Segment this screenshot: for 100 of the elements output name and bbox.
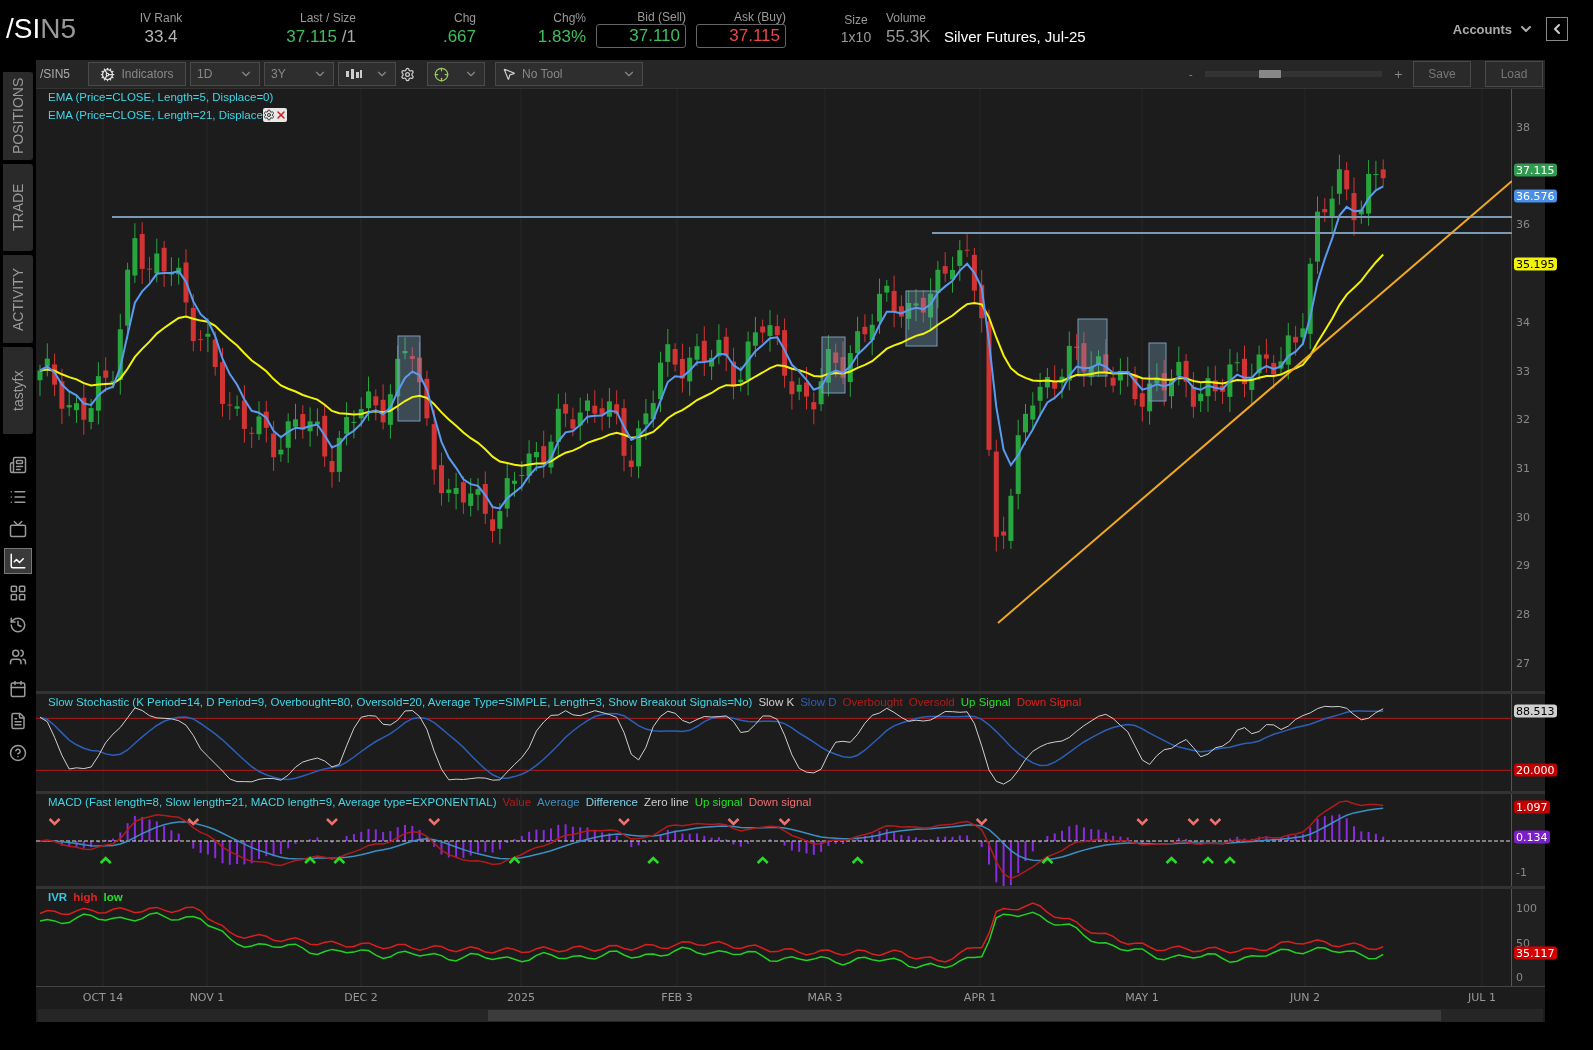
up-signal-icon <box>1041 856 1054 864</box>
axis-tick: 100 <box>1516 901 1537 915</box>
quote-label: IV Rank <box>139 11 183 25</box>
close-icon[interactable] <box>274 109 287 121</box>
legend-item: Slow D <box>800 696 837 708</box>
down-signal-icon <box>1209 818 1222 826</box>
axis-tick: 29 <box>1516 558 1530 572</box>
down-signal-icon <box>778 818 791 826</box>
date-label: NOV 1 <box>189 991 225 1004</box>
date-label: MAR 3 <box>807 991 843 1004</box>
tool-dropdown[interactable]: No Tool <box>495 62 643 86</box>
chart-symbol: /SIN5 <box>40 67 71 81</box>
quote-label: Ask (Buy) <box>734 10 786 24</box>
contract-description: Silver Futures, Jul-25 <box>944 27 1086 45</box>
quote-price-field: 37.110 <box>596 24 686 48</box>
axis-tick: 33 <box>1516 364 1530 377</box>
pattern-highlight <box>1077 318 1108 377</box>
study-controls[interactable] <box>262 108 287 122</box>
up-signal-icon <box>756 856 769 864</box>
side-tab[interactable]: POSITIONS <box>3 72 33 160</box>
candlestick-icon <box>345 67 363 81</box>
up-signal-icon <box>851 856 864 864</box>
pattern-highlight <box>821 336 846 394</box>
date-label: DEC 2 <box>344 991 378 1004</box>
side-tab[interactable]: tastyfx <box>3 347 33 434</box>
legend-item: Down Signal <box>1016 696 1082 708</box>
value-tag: 0.134 <box>1514 830 1550 844</box>
quote-value: 1x10 <box>840 29 872 45</box>
up-signal-icon <box>304 856 316 864</box>
quote-label: Size <box>844 13 868 27</box>
aggregation-dropdown[interactable]: 1D <box>190 62 260 86</box>
legend-item: Average <box>537 796 580 808</box>
date-label: JUL 1 <box>1468 991 1496 1004</box>
legend-item: Overbought <box>842 696 903 708</box>
load-button[interactable]: Load <box>1485 61 1543 87</box>
legend-item: Down signal <box>748 796 812 808</box>
axis-tick: 28 <box>1516 607 1530 621</box>
side-tab[interactable]: ACTIVITY <box>3 255 33 343</box>
axis-tick: 32 <box>1516 412 1530 426</box>
pattern-highlight <box>1148 342 1167 402</box>
side-tab[interactable]: TRADE <box>3 164 33 251</box>
chart-icon[interactable] <box>4 548 32 574</box>
legend-item: Up signal <box>694 796 743 808</box>
quote-label: Chg% <box>553 11 586 25</box>
crosshair-icon <box>434 66 449 82</box>
legend-item: high <box>73 891 98 903</box>
indicators-button[interactable]: Indicators <box>88 62 186 86</box>
study-label: Slow Stochastic (K Period=14, D Period=9, Overbought=80, Oversold=20, Average Type=SIMPLE, Length=3, Show Breakout Signals=No) <box>48 696 753 708</box>
legend-item: Slow K <box>758 696 795 708</box>
axis-tick: 30 <box>1516 510 1530 524</box>
collapse-button[interactable] <box>1546 17 1568 41</box>
quote-value: 37.115 /1 <box>286 27 356 47</box>
legend-item: low <box>103 891 123 903</box>
axis-tick: 27 <box>1516 656 1530 670</box>
axis-tick: -1 <box>1516 865 1527 879</box>
up-signal-icon <box>333 856 346 864</box>
scrollbar-thumb[interactable] <box>488 1010 1441 1021</box>
price-tag: 35.195 <box>1514 257 1557 271</box>
up-signal-icon <box>1202 856 1214 864</box>
date-label: MAY 1 <box>1125 991 1159 1004</box>
down-signal-icon <box>187 818 200 826</box>
axis-tick: 0 <box>1516 970 1523 984</box>
date-label: 2025 <box>507 991 535 1004</box>
axis-tick: 34 <box>1516 315 1530 329</box>
zoom-thumb[interactable] <box>1259 70 1282 78</box>
date-label: FEB 3 <box>661 991 693 1004</box>
range-dropdown[interactable]: 3Y <box>264 62 334 86</box>
value-tag: 88.513 <box>1514 704 1557 718</box>
accounts-dropdown[interactable]: Accounts <box>1446 20 1540 38</box>
axis-tick: 31 <box>1516 461 1530 475</box>
study-label: MACD (Fast length=8, Slow length=21, MACD length=9, Average type=EXPONENTIAL) <box>48 796 497 808</box>
up-signal-icon <box>508 856 521 864</box>
date-label: APR 1 <box>963 991 997 1004</box>
symbol-title: /SIN5 <box>6 13 78 45</box>
quote-price-field: 37.115 <box>696 24 786 48</box>
study-label: EMA (Price=CLOSE, Length=5, Displace=0) <box>48 91 274 103</box>
drawing-tools-dropdown[interactable] <box>427 62 485 86</box>
horizontal-scrollbar[interactable] <box>38 1009 1543 1022</box>
zoom-in-button[interactable]: + <box>1393 67 1403 81</box>
chart-style-dropdown[interactable] <box>338 62 396 86</box>
save-button[interactable]: Save <box>1413 61 1471 87</box>
date-label: OCT 14 <box>82 991 124 1004</box>
price-tag: 37.115 <box>1514 163 1557 177</box>
down-signal-icon <box>1136 818 1149 826</box>
quote-value: 55.3K <box>886 27 931 47</box>
legend-item: Up Signal <box>960 696 1011 708</box>
value-tag: 20.000 <box>1514 763 1557 777</box>
down-signal-icon <box>727 818 740 826</box>
down-signal-icon <box>1187 818 1200 826</box>
legend-item: IVR <box>48 891 68 903</box>
zoom-out-button[interactable]: - <box>1188 67 1193 81</box>
study-label: EMA (Price=CLOSE, Length=21, Displace <box>48 109 263 121</box>
quote-label: Bid (Sell) <box>637 10 686 24</box>
axis-tick: 36 <box>1516 217 1530 231</box>
legend-item: Value <box>502 796 532 808</box>
up-signal-icon <box>1165 856 1178 864</box>
settings-icon[interactable] <box>262 109 275 121</box>
zoom-slider[interactable] <box>1204 71 1382 77</box>
legend-item: Zero line <box>643 796 689 808</box>
cursor-icon <box>502 67 516 81</box>
